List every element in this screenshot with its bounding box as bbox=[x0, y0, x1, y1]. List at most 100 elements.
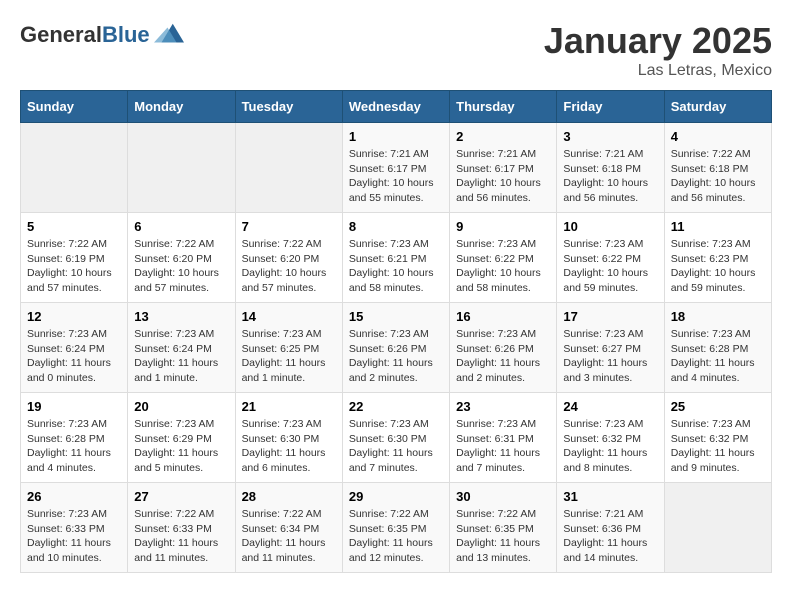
day-number: 4 bbox=[671, 129, 765, 144]
day-of-week-thursday: Thursday bbox=[450, 91, 557, 123]
calendar-cell: 13 Sunrise: 7:23 AM Sunset: 6:24 PM Dayli… bbox=[128, 303, 235, 393]
calendar-cell: 30 Sunrise: 7:22 AM Sunset: 6:35 PM Dayli… bbox=[450, 483, 557, 573]
day-info: Sunrise: 7:22 AM Sunset: 6:34 PM Dayligh… bbox=[242, 507, 336, 566]
day-number: 23 bbox=[456, 399, 550, 414]
day-number: 15 bbox=[349, 309, 443, 324]
day-number: 27 bbox=[134, 489, 228, 504]
calendar-cell: 4Sunrise: 7:22 AM Sunset: 6:18 PM Daylig… bbox=[664, 123, 771, 213]
day-number: 31 bbox=[563, 489, 657, 504]
day-number: 6 bbox=[134, 219, 228, 234]
day-number: 25 bbox=[671, 399, 765, 414]
day-info: Sunrise: 7:23 AM Sunset: 6:29 PM Dayligh… bbox=[134, 417, 228, 476]
logo-general: General bbox=[20, 22, 102, 47]
logo-blue: Blue bbox=[102, 22, 150, 47]
day-number: 20 bbox=[134, 399, 228, 414]
day-number: 29 bbox=[349, 489, 443, 504]
calendar-cell: 2 Sunrise: 7:21 AM Sunset: 6:17 PM Daylig… bbox=[450, 123, 557, 213]
day-number: 17 bbox=[563, 309, 657, 324]
day-info: Sunrise: 7:23 AM Sunset: 6:24 PM Dayligh… bbox=[134, 327, 228, 386]
day-number: 13 bbox=[134, 309, 228, 324]
day-info: Sunrise: 7:23 AM Sunset: 6:25 PM Dayligh… bbox=[242, 327, 336, 386]
calendar-cell bbox=[664, 483, 771, 573]
day-number: 16 bbox=[456, 309, 550, 324]
logo-icon bbox=[154, 20, 184, 50]
calendar-cell: 15Sunrise: 7:23 AM Sunset: 6:26 PM Dayli… bbox=[342, 303, 449, 393]
calendar-cell: 27 Sunrise: 7:22 AM Sunset: 6:33 PM Dayli… bbox=[128, 483, 235, 573]
calendar-cell: 11Sunrise: 7:23 AM Sunset: 6:23 PM Dayli… bbox=[664, 213, 771, 303]
day-info: Sunrise: 7:23 AM Sunset: 6:22 PM Dayligh… bbox=[563, 237, 657, 296]
calendar-cell: 17 Sunrise: 7:23 AM Sunset: 6:27 PM Dayli… bbox=[557, 303, 664, 393]
calendar-cell: 3 Sunrise: 7:21 AM Sunset: 6:18 PM Daylig… bbox=[557, 123, 664, 213]
calendar-cell: 8Sunrise: 7:23 AM Sunset: 6:21 PM Daylig… bbox=[342, 213, 449, 303]
day-number: 24 bbox=[563, 399, 657, 414]
day-number: 22 bbox=[349, 399, 443, 414]
day-of-week-tuesday: Tuesday bbox=[235, 91, 342, 123]
day-info: Sunrise: 7:23 AM Sunset: 6:27 PM Dayligh… bbox=[563, 327, 657, 386]
day-number: 21 bbox=[242, 399, 336, 414]
day-number: 19 bbox=[27, 399, 121, 414]
calendar-cell: 29 Sunrise: 7:22 AM Sunset: 6:35 PM Dayli… bbox=[342, 483, 449, 573]
day-number: 26 bbox=[27, 489, 121, 504]
day-number: 28 bbox=[242, 489, 336, 504]
logo: GeneralBlue bbox=[20, 20, 184, 50]
day-info: Sunrise: 7:22 AM Sunset: 6:35 PM Dayligh… bbox=[349, 507, 443, 566]
day-info: Sunrise: 7:23 AM Sunset: 6:23 PM Dayligh… bbox=[671, 237, 765, 296]
day-info: Sunrise: 7:21 AM Sunset: 6:18 PM Dayligh… bbox=[563, 147, 657, 206]
day-info: Sunrise: 7:23 AM Sunset: 6:24 PM Dayligh… bbox=[27, 327, 121, 386]
day-number: 12 bbox=[27, 309, 121, 324]
day-info: Sunrise: 7:21 AM Sunset: 6:17 PM Dayligh… bbox=[456, 147, 550, 206]
week-row-4: 19 Sunrise: 7:23 AM Sunset: 6:28 PM Dayli… bbox=[21, 393, 772, 483]
day-info: Sunrise: 7:22 AM Sunset: 6:19 PM Dayligh… bbox=[27, 237, 121, 296]
day-info: Sunrise: 7:23 AM Sunset: 6:28 PM Dayligh… bbox=[27, 417, 121, 476]
day-number: 5 bbox=[27, 219, 121, 234]
calendar-cell: 31Sunrise: 7:21 AM Sunset: 6:36 PM Dayli… bbox=[557, 483, 664, 573]
day-of-week-wednesday: Wednesday bbox=[342, 91, 449, 123]
calendar-table: SundayMondayTuesdayWednesdayThursdayFrid… bbox=[20, 90, 772, 573]
day-number: 8 bbox=[349, 219, 443, 234]
day-info: Sunrise: 7:23 AM Sunset: 6:32 PM Dayligh… bbox=[563, 417, 657, 476]
calendar-cell bbox=[128, 123, 235, 213]
day-number: 30 bbox=[456, 489, 550, 504]
calendar-cell: 14Sunrise: 7:23 AM Sunset: 6:25 PM Dayli… bbox=[235, 303, 342, 393]
day-number: 7 bbox=[242, 219, 336, 234]
calendar-cell: 16 Sunrise: 7:23 AM Sunset: 6:26 PM Dayli… bbox=[450, 303, 557, 393]
subtitle: Las Letras, Mexico bbox=[544, 62, 772, 80]
day-info: Sunrise: 7:23 AM Sunset: 6:30 PM Dayligh… bbox=[349, 417, 443, 476]
calendar-cell: 18Sunrise: 7:23 AM Sunset: 6:28 PM Dayli… bbox=[664, 303, 771, 393]
calendar-body: 1Sunrise: 7:21 AM Sunset: 6:17 PM Daylig… bbox=[21, 123, 772, 573]
week-row-3: 12 Sunrise: 7:23 AM Sunset: 6:24 PM Dayli… bbox=[21, 303, 772, 393]
day-of-week-monday: Monday bbox=[128, 91, 235, 123]
day-info: Sunrise: 7:22 AM Sunset: 6:20 PM Dayligh… bbox=[134, 237, 228, 296]
day-info: Sunrise: 7:23 AM Sunset: 6:30 PM Dayligh… bbox=[242, 417, 336, 476]
day-number: 18 bbox=[671, 309, 765, 324]
week-row-5: 26Sunrise: 7:23 AM Sunset: 6:33 PM Dayli… bbox=[21, 483, 772, 573]
day-of-week-sunday: Sunday bbox=[21, 91, 128, 123]
week-row-2: 5 Sunrise: 7:22 AM Sunset: 6:19 PM Daylig… bbox=[21, 213, 772, 303]
calendar-header: SundayMondayTuesdayWednesdayThursdayFrid… bbox=[21, 91, 772, 123]
day-info: Sunrise: 7:22 AM Sunset: 6:35 PM Dayligh… bbox=[456, 507, 550, 566]
main-title: January 2025 bbox=[544, 20, 772, 62]
title-block: January 2025 Las Letras, Mexico bbox=[544, 20, 772, 80]
calendar-cell: 25 Sunrise: 7:23 AM Sunset: 6:32 PM Dayli… bbox=[664, 393, 771, 483]
day-number: 2 bbox=[456, 129, 550, 144]
day-info: Sunrise: 7:23 AM Sunset: 6:32 PM Dayligh… bbox=[671, 417, 765, 476]
week-row-1: 1Sunrise: 7:21 AM Sunset: 6:17 PM Daylig… bbox=[21, 123, 772, 213]
calendar-cell: 21 Sunrise: 7:23 AM Sunset: 6:30 PM Dayli… bbox=[235, 393, 342, 483]
calendar-cell: 28 Sunrise: 7:22 AM Sunset: 6:34 PM Dayli… bbox=[235, 483, 342, 573]
calendar-cell: 12 Sunrise: 7:23 AM Sunset: 6:24 PM Dayli… bbox=[21, 303, 128, 393]
day-info: Sunrise: 7:22 AM Sunset: 6:20 PM Dayligh… bbox=[242, 237, 336, 296]
calendar-cell bbox=[235, 123, 342, 213]
day-number: 10 bbox=[563, 219, 657, 234]
day-number: 3 bbox=[563, 129, 657, 144]
calendar-cell: 26Sunrise: 7:23 AM Sunset: 6:33 PM Dayli… bbox=[21, 483, 128, 573]
calendar-cell: 20 Sunrise: 7:23 AM Sunset: 6:29 PM Dayli… bbox=[128, 393, 235, 483]
day-info: Sunrise: 7:23 AM Sunset: 6:26 PM Dayligh… bbox=[456, 327, 550, 386]
calendar-cell: 9 Sunrise: 7:23 AM Sunset: 6:22 PM Daylig… bbox=[450, 213, 557, 303]
calendar-cell: 5 Sunrise: 7:22 AM Sunset: 6:19 PM Daylig… bbox=[21, 213, 128, 303]
calendar-cell: 10 Sunrise: 7:23 AM Sunset: 6:22 PM Dayli… bbox=[557, 213, 664, 303]
day-info: Sunrise: 7:23 AM Sunset: 6:22 PM Dayligh… bbox=[456, 237, 550, 296]
days-of-week-row: SundayMondayTuesdayWednesdayThursdayFrid… bbox=[21, 91, 772, 123]
day-info: Sunrise: 7:22 AM Sunset: 6:33 PM Dayligh… bbox=[134, 507, 228, 566]
day-number: 9 bbox=[456, 219, 550, 234]
day-info: Sunrise: 7:21 AM Sunset: 6:17 PM Dayligh… bbox=[349, 147, 443, 206]
